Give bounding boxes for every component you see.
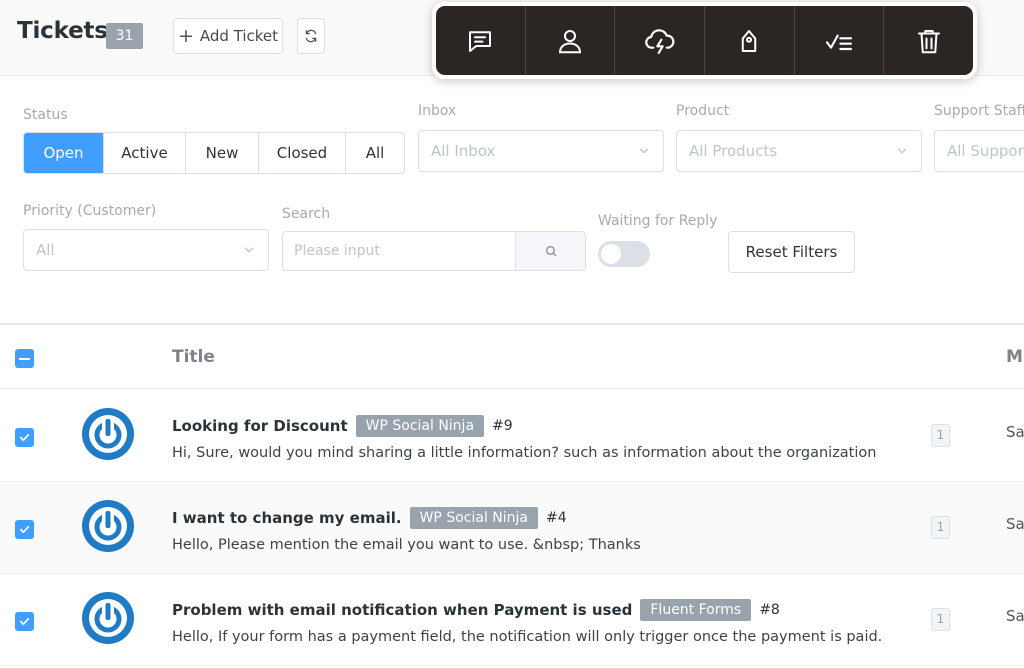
search-input[interactable]	[283, 232, 515, 270]
add-ticket-button[interactable]: + Add Ticket	[173, 18, 283, 54]
next-column-cell: Sa	[1006, 423, 1024, 441]
avatar	[82, 500, 134, 552]
table-header: Title M	[0, 325, 1024, 389]
ticket-title-link[interactable]: I want to change my email.	[172, 509, 402, 527]
bulk-assign-button[interactable]	[526, 6, 616, 75]
row-checkbox[interactable]	[15, 520, 34, 539]
tag-icon	[742, 29, 757, 52]
search-icon	[545, 245, 556, 257]
staff-filter-label: Support Staff	[934, 103, 1024, 119]
checklist-icon	[825, 34, 853, 50]
product-select-value: All Products	[689, 142, 778, 160]
ticket-excerpt: Hello, Please mention the email you want…	[172, 537, 641, 553]
priority-filter-label: Priority (Customer)	[23, 203, 157, 219]
status-filter-group: Open Active New Closed All	[23, 132, 405, 174]
row-title-line: Problem with email notification when Pay…	[172, 599, 780, 621]
bulk-sync-button[interactable]	[615, 6, 706, 75]
ticket-excerpt: Hello, If your form has a payment field,…	[172, 629, 883, 645]
ticket-number: #8	[759, 602, 780, 618]
refresh-button[interactable]	[297, 18, 325, 54]
product-tag: WP Social Ninja	[409, 507, 538, 529]
inbox-select-value: All Inbox	[431, 142, 496, 160]
waiting-for-reply-label: Waiting for Reply	[598, 213, 718, 229]
select-all-checkbox[interactable]	[15, 349, 34, 368]
product-filter-label: Product	[676, 103, 730, 119]
bulk-tag-button[interactable]	[705, 6, 795, 75]
next-column-cell: Sa	[1006, 607, 1024, 625]
row-title-line: Looking for Discount WP Social Ninja #9	[172, 415, 513, 437]
product-tag: Fluent Forms	[640, 599, 752, 621]
ticket-number: #9	[492, 418, 513, 434]
status-option-closed[interactable]: Closed	[259, 133, 346, 173]
staff-select-value: All Support Staff	[947, 142, 1024, 160]
bulk-action-toolbar	[432, 2, 977, 79]
row-checkbox[interactable]	[15, 428, 34, 447]
cloud-bolt-icon	[644, 28, 675, 54]
avatar	[82, 592, 134, 644]
ticket-title-link[interactable]: Problem with email notification when Pay…	[172, 601, 632, 619]
avatar	[82, 408, 134, 460]
status-option-new[interactable]: New	[186, 133, 259, 173]
staff-select[interactable]: All Support Staff	[934, 130, 1024, 172]
reply-count-badge: 1	[931, 516, 950, 539]
reply-count-badge: 1	[931, 608, 950, 631]
chevron-down-icon	[897, 148, 907, 154]
bulk-delete-button[interactable]	[884, 6, 973, 75]
search-button[interactable]	[515, 232, 585, 270]
search-box	[282, 231, 586, 271]
status-filter-label: Status	[23, 107, 68, 123]
status-option-active[interactable]: Active	[104, 133, 186, 173]
table-row[interactable]: I want to change my email. WP Social Nin…	[0, 482, 1024, 574]
page-title: Tickets	[17, 18, 108, 44]
chat-icon	[469, 30, 492, 52]
chevron-down-icon	[244, 247, 254, 253]
waiting-for-reply-toggle[interactable]	[598, 241, 650, 267]
product-select[interactable]: All Products	[676, 130, 922, 172]
bulk-reply-button[interactable]	[436, 6, 526, 75]
check-icon	[19, 617, 30, 626]
toggle-knob	[601, 244, 621, 264]
priority-select[interactable]: All	[23, 229, 269, 271]
check-icon	[19, 525, 30, 534]
chevron-down-icon	[639, 148, 649, 154]
reply-count-badge: 1	[931, 424, 950, 447]
ticket-number: #4	[546, 510, 567, 526]
inbox-filter-label: Inbox	[418, 103, 457, 119]
table-row[interactable]: Problem with email notification when Pay…	[0, 574, 1024, 666]
table-row[interactable]: Looking for Discount WP Social Ninja #9 …	[0, 390, 1024, 482]
status-option-open[interactable]: Open	[24, 133, 104, 173]
check-icon	[19, 433, 30, 442]
bulk-status-button[interactable]	[795, 6, 885, 75]
trash-icon	[917, 29, 940, 53]
next-column-cell: Sa	[1006, 515, 1024, 533]
priority-select-value: All	[36, 241, 55, 259]
search-label: Search	[282, 206, 331, 222]
reset-filters-button[interactable]: Reset Filters	[728, 231, 855, 273]
ticket-count-badge: 31	[106, 23, 143, 49]
ticket-title-link[interactable]: Looking for Discount	[172, 417, 348, 435]
row-title-line: I want to change my email. WP Social Nin…	[172, 507, 567, 529]
product-tag: WP Social Ninja	[355, 415, 485, 437]
plus-icon: +	[177, 24, 194, 47]
inbox-select[interactable]: All Inbox	[418, 130, 664, 172]
column-header-next: M	[1006, 347, 1023, 367]
ticket-excerpt: Hi, Sure, would you mind sharing a littl…	[172, 445, 877, 461]
refresh-icon	[305, 29, 317, 43]
add-ticket-label: Add Ticket	[199, 27, 279, 45]
row-checkbox[interactable]	[15, 612, 34, 631]
user-icon	[558, 29, 582, 53]
column-header-title: Title	[172, 347, 215, 367]
status-option-all[interactable]: All	[346, 133, 404, 173]
